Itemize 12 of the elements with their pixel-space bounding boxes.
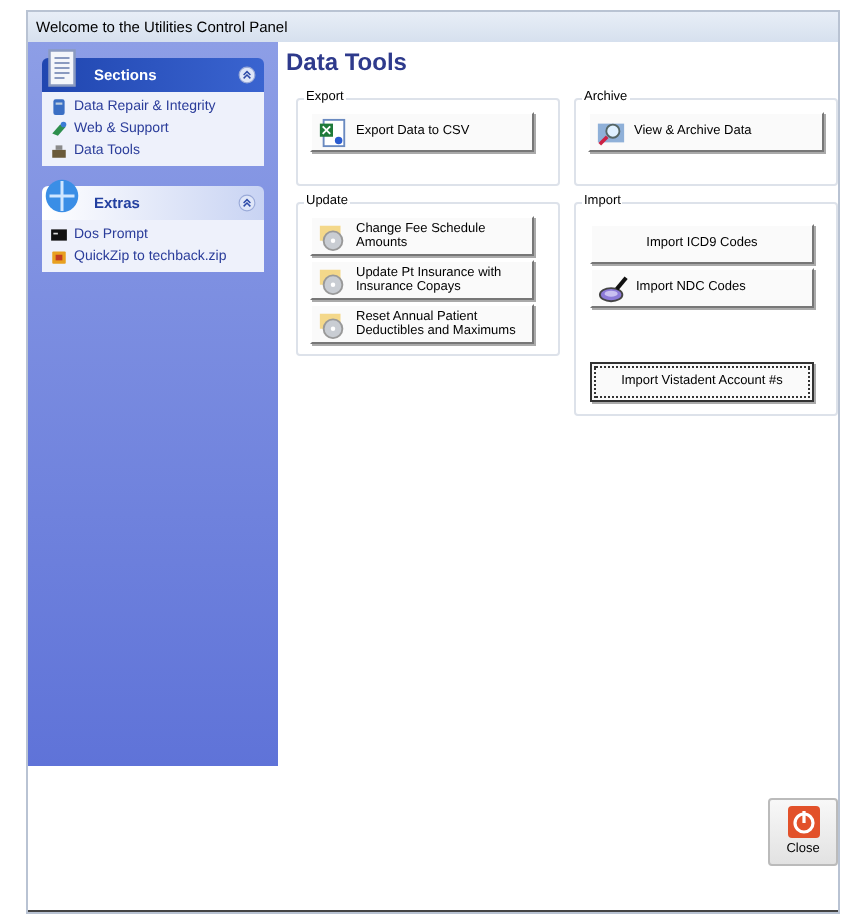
spreadsheet-icon <box>318 117 348 147</box>
document-icon <box>42 45 82 89</box>
server-icon <box>50 98 68 116</box>
disc-icon <box>318 265 348 295</box>
archive-icon <box>50 248 68 266</box>
page-title: Data Tools <box>286 48 409 76</box>
toolbox-icon <box>50 142 68 160</box>
disc-icon <box>318 309 348 339</box>
scanner-icon <box>598 273 628 303</box>
power-icon <box>787 806 819 838</box>
terminal-icon <box>50 226 68 244</box>
disc-icon <box>318 221 348 251</box>
